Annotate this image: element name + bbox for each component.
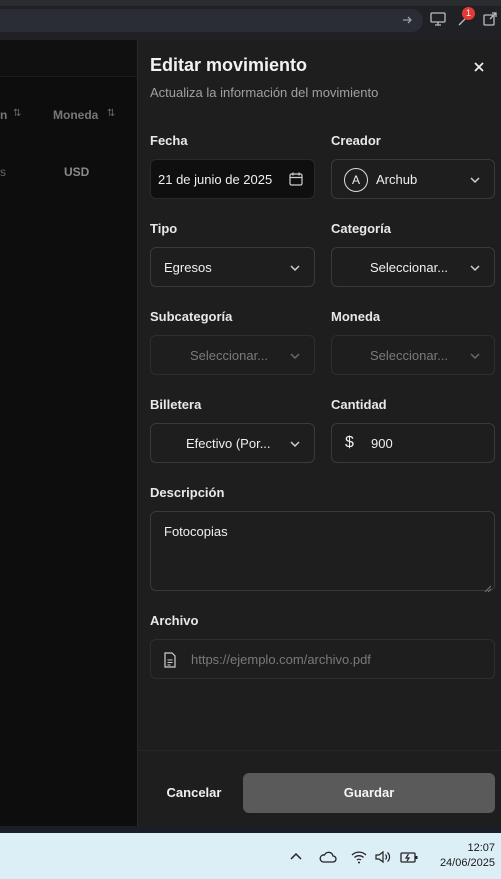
descripcion-value: Fotocopias [164,524,228,539]
descripcion-label: Descripción [150,485,225,500]
moneda-label: Moneda [331,309,381,324]
billetera-value: Efectivo (Por... [186,436,271,451]
sort-icon: ⇅ [107,108,116,119]
archivo-placeholder: https://ejemplo.com/archivo.pdf [191,652,371,667]
edit-movement-panel: Editar movimiento Actualiza la informaci… [137,40,501,826]
taskbar-edge [0,826,501,833]
cloud-icon[interactable] [318,849,338,865]
taskbar: 12:07 24/06/2025 [0,833,501,879]
cantidad-label: Cantidad [331,397,387,412]
categoria-select[interactable]: Seleccionar... [331,247,495,287]
categoria-placeholder: Seleccionar... [370,260,449,275]
tipo-value: Egresos [164,260,212,275]
browser-toolbar: 1 [0,0,501,40]
archivo-label: Archivo [150,613,199,628]
cantidad-value: 900 [371,436,393,451]
column-header-moneda: Moneda [53,108,99,122]
go-arrow-icon[interactable] [401,11,415,29]
creador-select[interactable]: A Archub [331,159,495,199]
avatar: A [344,168,368,192]
chevron-down-icon [288,261,302,275]
footer-divider [138,750,501,751]
tipo-select[interactable]: Egresos [150,247,315,287]
chevron-down-icon [468,261,482,275]
fecha-label: Fecha [150,133,188,148]
address-bar[interactable] [0,9,423,32]
billetera-select[interactable]: Efectivo (Por... [150,423,315,463]
chevron-up-icon[interactable] [288,849,306,865]
volume-icon[interactable] [374,849,392,865]
table-cell-currency: USD [64,165,90,179]
currency-symbol: $ [345,434,354,451]
panel-title: Editar movimiento [150,55,308,75]
table-cell: s [0,165,6,179]
panel-subtitle: Actualiza la información del movimiento [150,85,379,100]
moneda-placeholder: Seleccionar... [370,348,449,363]
descripcion-textarea[interactable]: Fotocopias [150,511,495,593]
close-icon[interactable] [469,57,489,77]
creador-label: Creador [331,133,381,148]
open-external-icon[interactable] [481,10,499,28]
fecha-value: 21 de junio de 2025 [158,172,273,187]
notification-badge: 1 [462,7,475,20]
categoria-label: Categoría [331,221,391,236]
background-table: n ⇅ Moneda ⇅ s USD [0,40,137,826]
save-button[interactable]: Guardar [243,773,495,813]
billetera-label: Billetera [150,397,202,412]
tipo-label: Tipo [150,221,178,236]
column-header-partial: n [0,108,8,122]
fecha-date-picker[interactable]: 21 de junio de 2025 [150,159,315,199]
background-header [0,40,137,77]
chevron-down-icon [288,349,302,363]
calendar-icon [288,171,304,187]
file-icon [163,652,177,668]
resize-grip-icon[interactable] [484,580,492,593]
subcategoria-label: Subcategoría [150,309,233,324]
moneda-select[interactable]: Seleccionar... [331,335,495,375]
archivo-input[interactable]: https://ejemplo.com/archivo.pdf [150,639,495,679]
subcategoria-select[interactable]: Seleccionar... [150,335,315,375]
monitor-icon[interactable] [429,10,447,28]
clock-date: 24/06/2025 [439,857,495,869]
clock-time: 12:07 [467,842,495,854]
sort-icon: ⇅ [13,108,22,119]
wifi-icon[interactable] [350,849,368,865]
cancel-button[interactable]: Cancelar [150,773,238,813]
system-clock[interactable]: 12:07 24/06/2025 [440,841,495,871]
battery-charging-icon[interactable] [399,849,419,865]
creador-value: Archub [376,172,418,187]
cantidad-input[interactable]: $ 900 [331,423,495,463]
chevron-down-icon [288,437,302,451]
chevron-down-icon [468,173,482,187]
chevron-down-icon [468,349,482,363]
subcategoria-placeholder: Seleccionar... [190,348,269,363]
tab-strip [0,0,501,6]
